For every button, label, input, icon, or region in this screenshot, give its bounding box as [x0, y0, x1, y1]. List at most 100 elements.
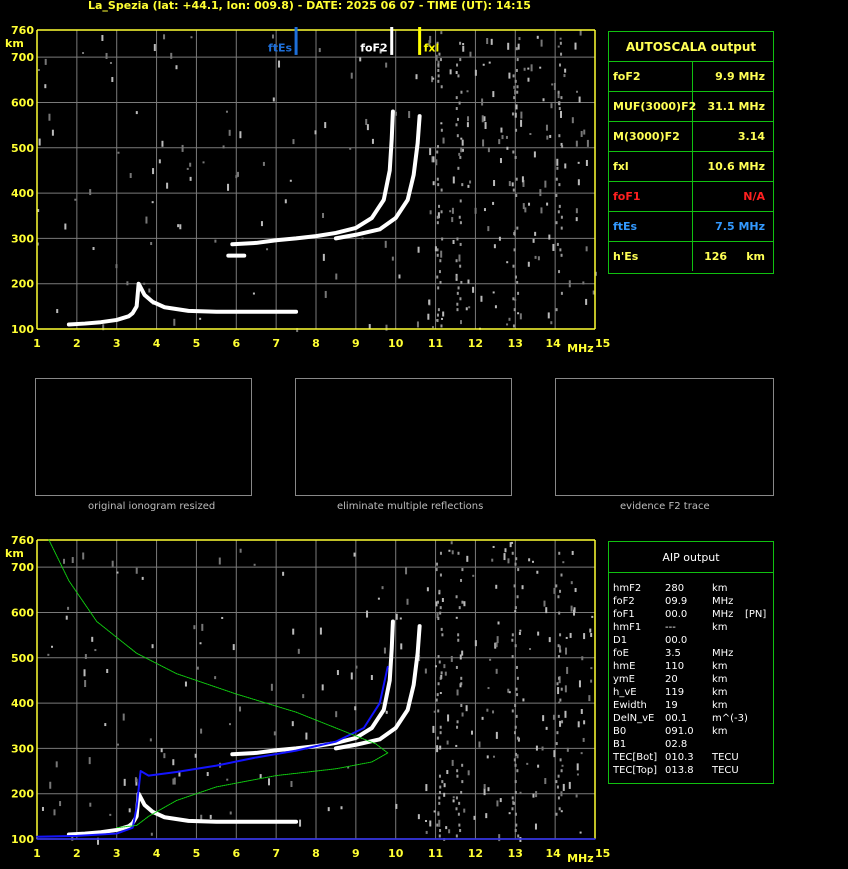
- noise-dot: [458, 254, 461, 262]
- noise-dot: [492, 91, 495, 98]
- noise-dot: [561, 764, 564, 767]
- x-unit-label: MHz: [567, 342, 594, 355]
- noise-dot: [583, 720, 586, 725]
- noise-dot: [433, 710, 436, 713]
- noise-strip: [457, 638, 460, 642]
- noise-dot: [466, 90, 469, 93]
- noise-strip: [439, 725, 442, 729]
- x-tick-label: 13: [508, 337, 523, 350]
- noise-dot: [55, 761, 58, 768]
- noise-dot: [529, 133, 532, 136]
- noise-dot: [163, 753, 166, 759]
- aip-value: 00.0: [665, 635, 688, 646]
- noise-dot: [64, 223, 67, 230]
- noise-dot: [474, 69, 477, 76]
- aip-label: Ewidth: [613, 700, 647, 711]
- noise-strip: [459, 297, 462, 301]
- noise-dot: [562, 561, 565, 564]
- noise-dot: [101, 34, 104, 41]
- noise-dot: [495, 668, 498, 674]
- noise-dot: [568, 781, 571, 789]
- noise-dot: [451, 217, 454, 223]
- noise-dot: [590, 667, 593, 670]
- noise-dot: [553, 82, 556, 90]
- noise-dot: [478, 741, 481, 748]
- noise-dot: [232, 644, 235, 651]
- noise-strip: [439, 731, 442, 735]
- aip-label: foE: [613, 648, 629, 659]
- noise-dot: [65, 615, 68, 620]
- noise-strip: [514, 725, 517, 729]
- aip-row: h_vE 119 km: [613, 687, 773, 700]
- noise-dot: [574, 42, 577, 50]
- noise-strip: [457, 812, 460, 816]
- x-tick-label: 10: [388, 847, 404, 860]
- noise-dot: [84, 654, 87, 660]
- noise-strip: [456, 769, 459, 773]
- noise-dot: [47, 653, 50, 656]
- noise-dot: [493, 180, 496, 187]
- noise-dot: [84, 680, 87, 688]
- autoscala-title: AUTOSCALA output: [609, 32, 773, 62]
- noise-dot: [545, 124, 548, 131]
- noise-dot: [571, 550, 574, 555]
- noise-dot: [394, 111, 397, 116]
- noise-strip: [461, 600, 464, 604]
- noise-strip: [512, 297, 515, 301]
- autoscala-row-h-es: h'Es 126 km: [609, 242, 773, 271]
- noise-strip: [437, 709, 440, 713]
- noise-dot: [558, 701, 561, 704]
- aip-value: 280: [665, 583, 685, 594]
- marker-label-fof2: foF2: [360, 42, 388, 55]
- aip-title: AIP output: [609, 542, 773, 573]
- noise-strip: [459, 264, 462, 268]
- noise-dot: [552, 243, 555, 251]
- noise-dot: [116, 743, 119, 746]
- noise-dot: [481, 115, 484, 123]
- noise-dot: [199, 317, 202, 320]
- aip-value: ---: [665, 622, 676, 633]
- noise-dot: [591, 615, 594, 618]
- noise-dot: [239, 131, 242, 139]
- noise-dot: [467, 116, 470, 122]
- noise-dot: [129, 173, 132, 179]
- noise-dot: [484, 121, 487, 129]
- noise-strip: [457, 166, 460, 170]
- noise-dot: [577, 161, 580, 164]
- noise-strip: [516, 595, 519, 599]
- noise-dot: [149, 738, 152, 742]
- noise-strip: [437, 308, 440, 312]
- noise-strip: [555, 812, 558, 816]
- noise-strip: [514, 79, 517, 83]
- y-tick-label: 400: [11, 187, 34, 200]
- noise-dot: [481, 98, 484, 106]
- noise-dot: [468, 306, 471, 309]
- noise-dot: [521, 585, 524, 590]
- noise-dot: [499, 798, 502, 803]
- noise-strip: [561, 145, 564, 149]
- noise-dot: [104, 723, 107, 727]
- noise-dot: [449, 69, 452, 75]
- noise-dot: [292, 628, 295, 635]
- noise-strip: [437, 655, 440, 659]
- aip-row: foF2 09.9 MHz: [613, 596, 773, 609]
- noise-strip: [556, 682, 559, 686]
- aip-value: 09.9: [665, 596, 688, 607]
- noise-dot: [547, 312, 550, 319]
- noise-strip: [436, 600, 439, 604]
- noise-strip: [557, 101, 560, 105]
- noise-dot: [455, 744, 458, 747]
- noise-dot: [580, 752, 583, 755]
- noise-dot: [321, 684, 324, 691]
- noise-strip: [436, 313, 439, 317]
- noise-strip: [455, 807, 458, 811]
- noise-strip: [438, 801, 441, 805]
- noise-dot: [518, 37, 521, 41]
- noise-strip: [438, 660, 441, 664]
- noise-strip: [439, 606, 442, 610]
- noise-dot: [170, 52, 173, 59]
- noise-dot: [239, 548, 242, 553]
- noise-dot: [535, 745, 538, 751]
- noise-dot: [202, 161, 205, 164]
- noise-dot: [449, 210, 452, 213]
